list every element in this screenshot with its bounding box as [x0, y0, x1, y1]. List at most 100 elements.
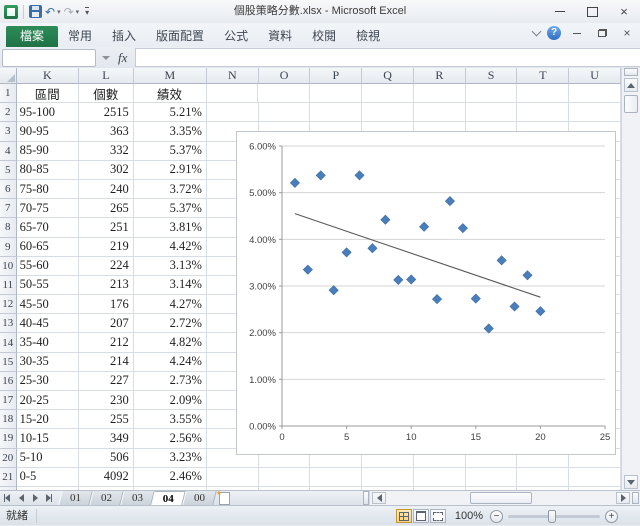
normal-view-button[interactable]	[396, 509, 412, 523]
cell-L15[interactable]: 214	[79, 353, 134, 372]
data-point-3[interactable]	[316, 171, 325, 180]
cell-T21[interactable]	[517, 468, 569, 487]
cell-K18[interactable]: 15-20	[17, 410, 79, 429]
data-point-18[interactable]	[510, 302, 519, 311]
ribbon-tab-資料[interactable]: 資料	[258, 26, 302, 47]
cell-R21[interactable]	[414, 468, 466, 487]
cell-K1[interactable]: 區間	[17, 84, 79, 103]
select-all-corner[interactable]	[0, 68, 17, 84]
sheet-tab-00[interactable]: 00	[182, 491, 216, 505]
cell-K4[interactable]: 85-90	[17, 142, 79, 161]
cell-N21[interactable]	[207, 468, 259, 487]
cell-K15[interactable]: 30-35	[17, 353, 79, 372]
cell-L13[interactable]: 207	[79, 314, 134, 333]
row-header-11[interactable]: 11	[0, 276, 17, 295]
scatter-chart[interactable]: 0.00%1.00%2.00%3.00%4.00%5.00%6.00%05101…	[236, 131, 616, 455]
page-break-view-button[interactable]	[430, 509, 446, 523]
cell-K21[interactable]: 0-5	[17, 468, 79, 487]
column-header-K[interactable]: K	[17, 68, 79, 84]
cell-L5[interactable]: 302	[79, 161, 134, 180]
cell-L3[interactable]: 363	[79, 122, 134, 141]
row-header-21[interactable]: 21	[0, 468, 17, 487]
undo-dropdown-icon[interactable]: ▾	[57, 8, 61, 16]
cell-L6[interactable]: 240	[79, 180, 134, 199]
cell-L8[interactable]: 251	[79, 218, 134, 237]
cell-T2[interactable]	[517, 103, 569, 122]
row-header-9[interactable]: 9	[0, 238, 17, 257]
cell-L19[interactable]: 349	[79, 429, 134, 448]
cell-M11[interactable]: 3.14%	[134, 276, 207, 295]
cell-R1[interactable]	[414, 84, 466, 103]
cell-L12[interactable]: 176	[79, 295, 134, 314]
cell-M7[interactable]: 5.37%	[134, 199, 207, 218]
row-header-10[interactable]: 10	[0, 257, 17, 276]
data-point-2[interactable]	[303, 265, 312, 274]
cell-M2[interactable]: 5.21%	[134, 103, 207, 122]
sheet-tab-03[interactable]: 03	[120, 491, 154, 505]
cell-K13[interactable]: 40-45	[17, 314, 79, 333]
cell-K3[interactable]: 90-95	[17, 122, 79, 141]
cell-K7[interactable]: 70-75	[17, 199, 79, 218]
data-point-8[interactable]	[381, 215, 390, 224]
cell-L16[interactable]: 227	[79, 372, 134, 391]
cell-L21[interactable]: 4092	[79, 468, 134, 487]
cell-K12[interactable]: 45-50	[17, 295, 79, 314]
zoom-out-button[interactable]: −	[490, 510, 503, 523]
cell-N1[interactable]	[207, 84, 259, 103]
cell-Q1[interactable]	[362, 84, 414, 103]
data-point-14[interactable]	[458, 224, 467, 233]
cell-T1[interactable]	[517, 84, 569, 103]
cell-S2[interactable]	[466, 103, 518, 122]
help-icon[interactable]: ?	[547, 26, 561, 40]
data-point-13[interactable]	[445, 196, 454, 205]
cell-K10[interactable]: 55-60	[17, 257, 79, 276]
cell-K17[interactable]: 20-25	[17, 391, 79, 410]
name-box-dropdown-icon[interactable]	[102, 56, 110, 60]
cell-M14[interactable]: 4.82%	[134, 333, 207, 352]
save-icon[interactable]	[29, 5, 42, 18]
cell-L9[interactable]: 219	[79, 238, 134, 257]
redo-dropdown-icon[interactable]: ▾	[76, 8, 80, 16]
data-point-4[interactable]	[329, 286, 338, 295]
row-header-2[interactable]: 2	[0, 103, 17, 122]
cell-U21[interactable]	[569, 468, 621, 487]
cell-L4[interactable]: 332	[79, 142, 134, 161]
cell-K5[interactable]: 80-85	[17, 161, 79, 180]
ribbon-tab-插入[interactable]: 插入	[102, 26, 146, 47]
cell-M3[interactable]: 3.35%	[134, 122, 207, 141]
cell-L17[interactable]: 230	[79, 391, 134, 410]
data-point-12[interactable]	[432, 294, 441, 303]
row-header-15[interactable]: 15	[0, 353, 17, 372]
undo-icon[interactable]: ↶	[45, 5, 55, 19]
collapse-ribbon-icon[interactable]	[532, 27, 542, 37]
sheet-tab-04[interactable]: 04	[151, 491, 185, 505]
cell-L18[interactable]: 255	[79, 410, 134, 429]
horizontal-split-handle[interactable]	[632, 492, 639, 504]
cell-M10[interactable]: 3.13%	[134, 257, 207, 276]
first-sheet-button[interactable]	[0, 491, 14, 505]
cell-S1[interactable]	[466, 84, 518, 103]
row-header-20[interactable]: 20	[0, 449, 17, 468]
cell-M18[interactable]: 3.55%	[134, 410, 207, 429]
row-header-13[interactable]: 13	[0, 314, 17, 333]
redo-icon[interactable]: ↷	[64, 5, 74, 19]
customize-qat-icon[interactable]: ▾	[85, 7, 89, 17]
cell-M16[interactable]: 2.73%	[134, 372, 207, 391]
ribbon-tab-版面配置[interactable]: 版面配置	[146, 26, 214, 47]
column-header-U[interactable]: U	[569, 68, 621, 84]
zoom-slider[interactable]	[508, 515, 600, 518]
row-header-18[interactable]: 18	[0, 410, 17, 429]
data-point-5[interactable]	[342, 248, 351, 257]
cell-M17[interactable]: 2.09%	[134, 391, 207, 410]
data-point-10[interactable]	[407, 275, 416, 284]
row-header-4[interactable]: 4	[0, 142, 17, 161]
cell-L1[interactable]: 個數	[79, 84, 134, 103]
cell-M1[interactable]: 績效	[134, 84, 207, 103]
cell-O21[interactable]	[259, 468, 311, 487]
workbook-restore-button[interactable]	[593, 26, 611, 40]
maximize-button[interactable]	[576, 0, 608, 23]
zoom-level[interactable]: 100%	[455, 510, 483, 522]
cell-Q21[interactable]	[362, 468, 414, 487]
data-point-1[interactable]	[290, 178, 299, 187]
cell-M20[interactable]: 3.23%	[134, 449, 207, 468]
